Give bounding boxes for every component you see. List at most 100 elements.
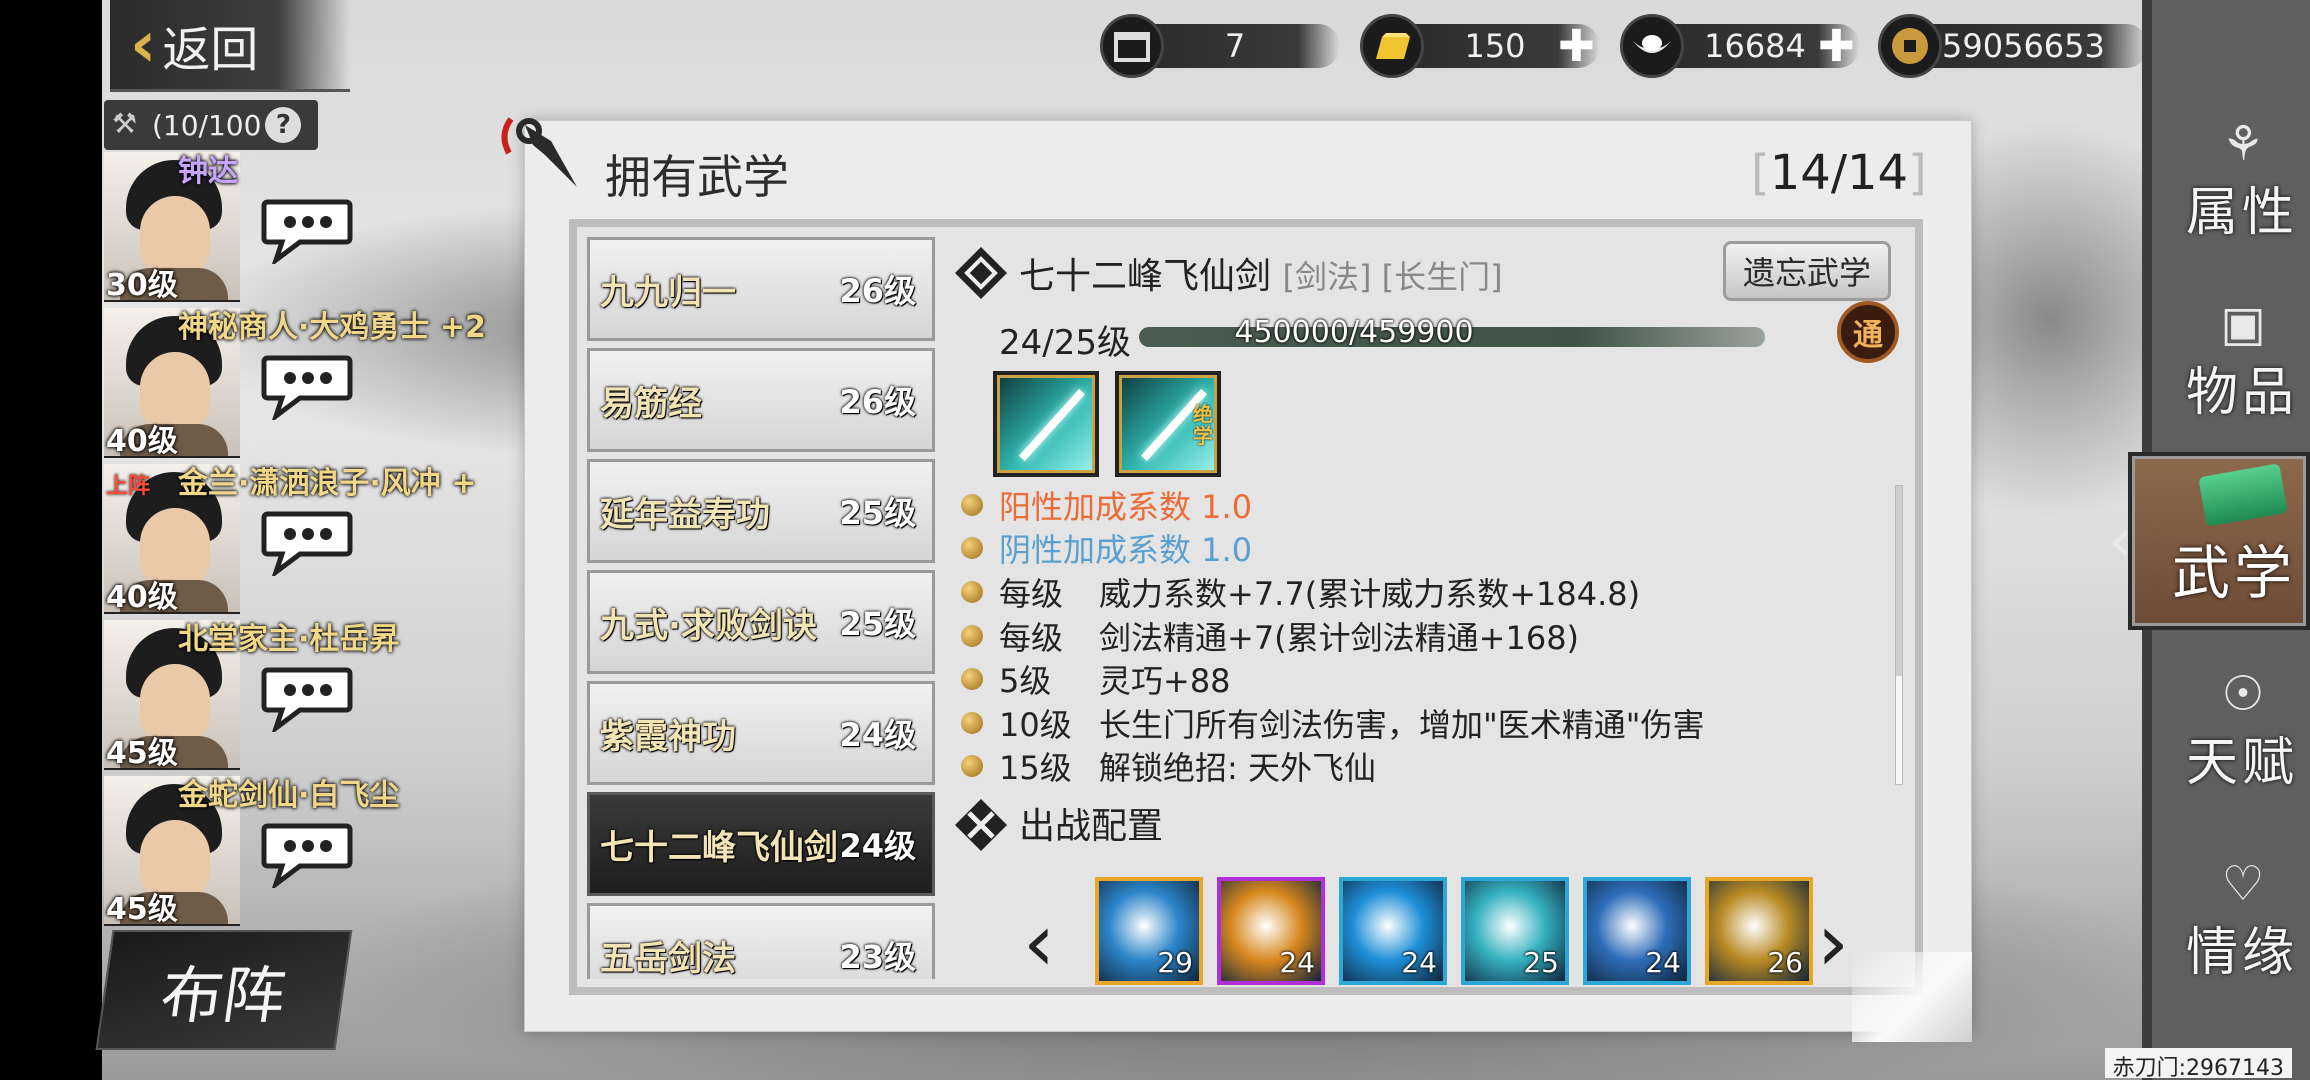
equipped-skill-level: 24 [1279, 946, 1315, 979]
help-icon[interactable]: ? [265, 107, 302, 143]
attribute-row: 15级 解锁绝招: 天外飞仙 [961, 745, 1891, 783]
ultimate-skill-tile[interactable]: 绝学 [1115, 371, 1221, 477]
forget-skill-button[interactable]: 遗忘武学 [1723, 241, 1891, 301]
chat-bubble-icon[interactable] [260, 820, 354, 888]
bullet-icon [961, 580, 983, 603]
party-member[interactable]: 45级 北堂家主·杜岳昇 [102, 620, 522, 771]
skill-list-item[interactable]: 七十二峰飞仙剑 24级 [587, 792, 935, 896]
attribute-key: 5级 [999, 662, 1052, 701]
add-gold-icon[interactable]: ✚ [1558, 21, 1595, 72]
skill-title: 七十二峰飞仙剑 [剑法] [长生门] [1019, 247, 1503, 299]
party-count-text: (10/100 [152, 108, 262, 142]
skill-item-level: 25级 [839, 605, 916, 643]
ultimate-badge: 绝学 [1193, 402, 1213, 448]
add-silver-icon[interactable]: ✚ [1818, 21, 1855, 72]
party-member[interactable]: 40级 神秘商人·大鸡勇士 +2 [102, 308, 522, 459]
attribute-key: 每级 [999, 618, 1064, 657]
currency-gold: 150 ✚ [1360, 14, 1600, 78]
equipped-skill-slot[interactable]: 25 [1461, 877, 1569, 985]
member-level: 45级 [106, 736, 178, 771]
skill-count: [14/14] [1751, 145, 1927, 201]
skill-item-level: 26级 [839, 383, 916, 421]
member-name: 北堂家主·杜岳昇 [178, 622, 400, 657]
skill-item-level: 23级 [839, 938, 916, 976]
silver-ingot-icon [1620, 14, 1684, 78]
party-list: 30级 钟达 40级 神秘商人·大鸡勇士 +2 上阵 40级 金兰·潇洒浪子·风冲 +45级… [102, 152, 522, 927]
skill-item-level: 26级 [839, 272, 916, 310]
chat-bubble-icon[interactable] [260, 352, 354, 420]
nav-attributes[interactable]: ⚘ 属性 [2178, 110, 2310, 250]
skill-list-item[interactable]: 九九归一 26级 [587, 237, 935, 341]
skill-list-item[interactable]: 五岳剑法 23级 [587, 903, 935, 979]
bullet-icon [961, 493, 983, 516]
party-member[interactable]: 上阵 40级 金兰·潇洒浪子·风冲 + [102, 464, 522, 615]
nav-bond-label: 情缘 [2186, 923, 2299, 983]
attribute-scrollbar[interactable] [1895, 485, 1903, 785]
chat-bubble-icon[interactable] [260, 508, 354, 576]
formation-button[interactable]: 布阵 [95, 930, 353, 1050]
panel-inner: 九九归一 26级 易筋经 26级 延年益寿功 25级 九式·求败剑诀 25级 紫霞神功 24级 七十… [569, 219, 1923, 995]
party-count-bar: ⚒ (10/100 ? [104, 100, 318, 150]
equipped-skill-slot[interactable]: 24 [1339, 877, 1447, 985]
currency-chest-value: 7 [1224, 27, 1246, 65]
skill-name: 七十二峰飞仙剑 [1019, 256, 1272, 297]
skill-item-name: 九九归一 [600, 272, 736, 313]
skill-item-name: 易筋经 [600, 383, 702, 424]
party-member[interactable]: 30级 钟达 [102, 152, 522, 303]
attribute-row: 10级 长生门所有剑法伤害，增加"医术精通"伤害 [961, 701, 1891, 745]
skill-item-level: 24级 [839, 827, 916, 865]
panel-title: 拥有武学 [605, 150, 789, 204]
skill-count-value: 14/14 [1769, 145, 1909, 201]
nav-bond[interactable]: ♡ 情缘 [2178, 850, 2310, 990]
skill-tile[interactable] [993, 371, 1099, 477]
letterbox-left [0, 0, 102, 1080]
master-seal-icon[interactable]: 通 [1837, 301, 1899, 363]
skill-list-item[interactable]: 易筋经 26级 [587, 348, 935, 452]
equipped-skill-slot[interactable]: 26 [1705, 877, 1813, 985]
gold-bar-icon [1360, 14, 1424, 78]
skill-item-name: 紫霞神功 [600, 716, 736, 757]
bullet-icon [961, 537, 983, 560]
chat-bubble-icon[interactable] [260, 664, 354, 732]
nav-attributes-label: 属性 [2186, 183, 2299, 243]
attribute-value: 解锁绝招: 天外飞仙 [1099, 749, 1376, 783]
skill-level: 24/25级 [999, 323, 1131, 363]
nav-martial-arts[interactable]: 武学 [2128, 452, 2310, 630]
guild-label: 赤刀门:2967143 [2104, 1048, 2292, 1080]
member-name: 金兰·潇洒浪子·风冲 + [178, 466, 477, 501]
equipped-skill-level: 26 [1767, 946, 1803, 979]
member-level: 30级 [106, 268, 178, 303]
skill-item-name: 延年益寿功 [600, 494, 770, 535]
skill-tags: [剑法] [长生门] [1282, 258, 1503, 296]
skill-item-name: 九式·求败剑诀 [600, 605, 817, 646]
currency-silver: 16684 ✚ [1620, 14, 1860, 78]
member-level: 45级 [106, 892, 178, 927]
party-member[interactable]: 45级 金蛇剑仙·白飞尘 [102, 776, 522, 927]
prev-arrow-icon[interactable]: ‹ [1023, 903, 1073, 983]
chat-bubble-icon[interactable] [260, 196, 354, 264]
skill-item-level: 24级 [839, 716, 916, 754]
nav-talent[interactable]: ☉ 天赋 [2178, 660, 2310, 800]
gift-box-icon: ▣ [2220, 296, 2266, 352]
back-button[interactable]: ‹ 返回 [110, 0, 350, 92]
skill-list-item[interactable]: 紫霞神功 24级 [587, 681, 935, 785]
attribute-key: 阴性加成系数 1.0 [999, 531, 1253, 570]
nav-martial-arts-label: 武学 [2172, 539, 2297, 607]
skill-list[interactable]: 九九归一 26级 易筋经 26级 延年益寿功 25级 九式·求败剑诀 25级 紫霞神功 24级 七十… [587, 237, 939, 979]
skill-list-item[interactable]: 九式·求败剑诀 25级 [587, 570, 935, 674]
member-name: 金蛇剑仙·白飞尘 [178, 778, 400, 813]
equipped-skill-slot[interactable]: 24 [1583, 877, 1691, 985]
nav-talent-label: 天赋 [2186, 733, 2299, 793]
attribute-key: 阳性加成系数 1.0 [999, 487, 1253, 526]
talent-node-icon: ☉ [2221, 666, 2265, 722]
attribute-value: 剑法精通+7(累计剑法精通+168) [1099, 618, 1580, 657]
attribute-row: 每级 威力系数+7.7(累计威力系数+184.8) [961, 570, 1891, 614]
equipped-skill-slot[interactable]: 24 [1217, 877, 1325, 985]
attribute-row: 阳性加成系数 1.0 [961, 483, 1891, 527]
equipped-skill-slot[interactable]: 29 [1095, 877, 1203, 985]
on-stage-badge: 上阵 [106, 474, 151, 499]
martial-arts-panel: 拥有武学 [14/14] 九九归一 26级 易筋经 26级 延年益寿功 25级 九式·求败剑… [501, 117, 1972, 1032]
nav-items[interactable]: ▣ 物品 [2178, 290, 2310, 430]
skill-list-item[interactable]: 延年益寿功 25级 [587, 459, 935, 563]
member-level: 40级 [106, 424, 178, 459]
